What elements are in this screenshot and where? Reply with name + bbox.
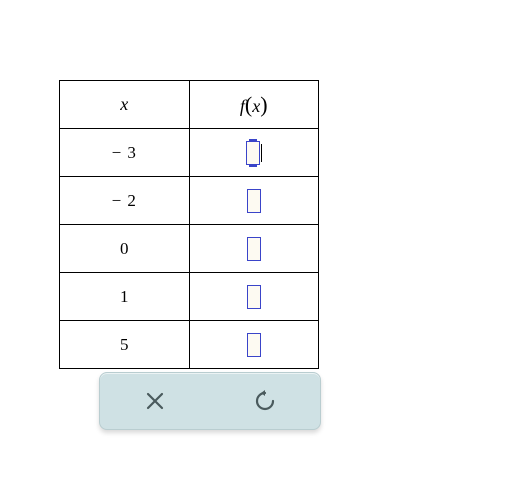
x-value: 5 (60, 321, 190, 369)
fx-input[interactable] (246, 141, 260, 165)
table-row: 0 (60, 225, 319, 273)
reset-button[interactable] (245, 381, 285, 421)
header-fx: f(x) (189, 81, 319, 129)
close-button[interactable] (135, 381, 175, 421)
fx-input[interactable] (247, 285, 261, 309)
function-table: x f(x) − 3 − 2 0 (59, 80, 319, 369)
fx-cell (189, 177, 319, 225)
fx-input[interactable] (247, 333, 261, 357)
toolbar (99, 372, 321, 430)
fx-cell (189, 273, 319, 321)
x-value: 0 (60, 225, 190, 273)
table-row: 5 (60, 321, 319, 369)
close-icon (146, 392, 164, 410)
reset-icon (254, 390, 276, 412)
fx-cell (189, 129, 319, 177)
x-value: − 3 (60, 129, 190, 177)
table-row: − 2 (60, 177, 319, 225)
table-row: − 3 (60, 129, 319, 177)
x-value: 1 (60, 273, 190, 321)
x-value: − 2 (60, 177, 190, 225)
fx-cell (189, 225, 319, 273)
fx-input[interactable] (247, 237, 261, 261)
table-row: 1 (60, 273, 319, 321)
fx-cell (189, 321, 319, 369)
header-x: x (60, 81, 190, 129)
fx-input[interactable] (247, 189, 261, 213)
